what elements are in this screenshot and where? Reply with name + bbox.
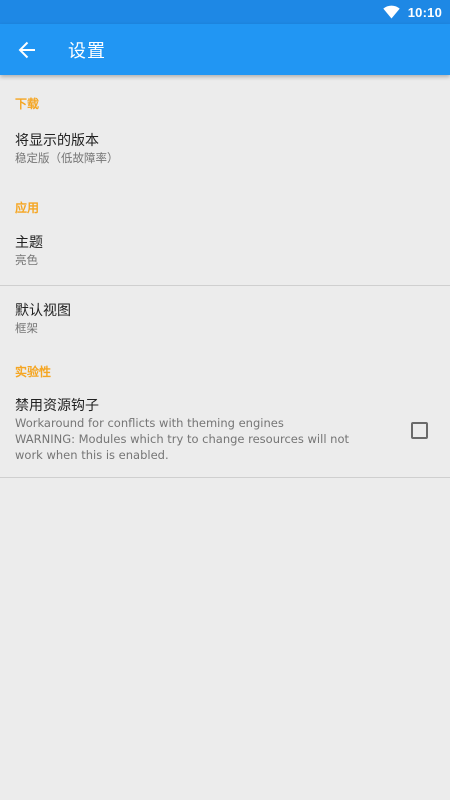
pref-disable-resource-hooks-summary-2: WARNING: Modules which try to change res… bbox=[15, 432, 349, 462]
pref-disable-resource-hooks-summary-1: Workaround for conflicts with theming en… bbox=[15, 416, 284, 430]
pref-disable-resource-hooks-title: 禁用资源钩子 bbox=[15, 398, 99, 414]
divider bbox=[0, 477, 450, 478]
category-app: 应用 bbox=[15, 201, 40, 215]
status-bar: 10:10 bbox=[0, 0, 450, 24]
category-experimental: 实验性 bbox=[15, 365, 52, 379]
status-time: 10:10 bbox=[407, 4, 442, 20]
pref-theme-summary: 亮色 bbox=[15, 253, 38, 267]
page-title: 设置 bbox=[68, 40, 106, 62]
pref-theme-title: 主题 bbox=[15, 235, 43, 251]
pref-default-view-summary: 框架 bbox=[15, 321, 38, 335]
app-bar: 设置 bbox=[0, 24, 450, 75]
pref-theme[interactable]: 主题 亮色 bbox=[0, 234, 450, 268]
pref-default-view[interactable]: 默认视图 框架 bbox=[0, 302, 450, 336]
wifi-icon bbox=[383, 5, 400, 19]
pref-version[interactable]: 将显示的版本 稳定版（低故障率） bbox=[0, 132, 450, 166]
pref-version-title: 将显示的版本 bbox=[15, 133, 99, 149]
pref-default-view-title: 默认视图 bbox=[15, 303, 71, 319]
category-download: 下载 bbox=[15, 97, 40, 111]
pref-version-summary: 稳定版（低故障率） bbox=[15, 151, 119, 165]
pref-disable-resource-hooks[interactable]: 禁用资源钩子 Workaround for conflicts with the… bbox=[0, 397, 450, 463]
disable-resource-hooks-checkbox[interactable] bbox=[411, 421, 428, 439]
settings-list: 下载 将显示的版本 稳定版（低故障率） 应用 主题 亮色 默认视图 框架 实验性… bbox=[0, 75, 450, 478]
arrow-back-icon[interactable] bbox=[16, 39, 38, 61]
